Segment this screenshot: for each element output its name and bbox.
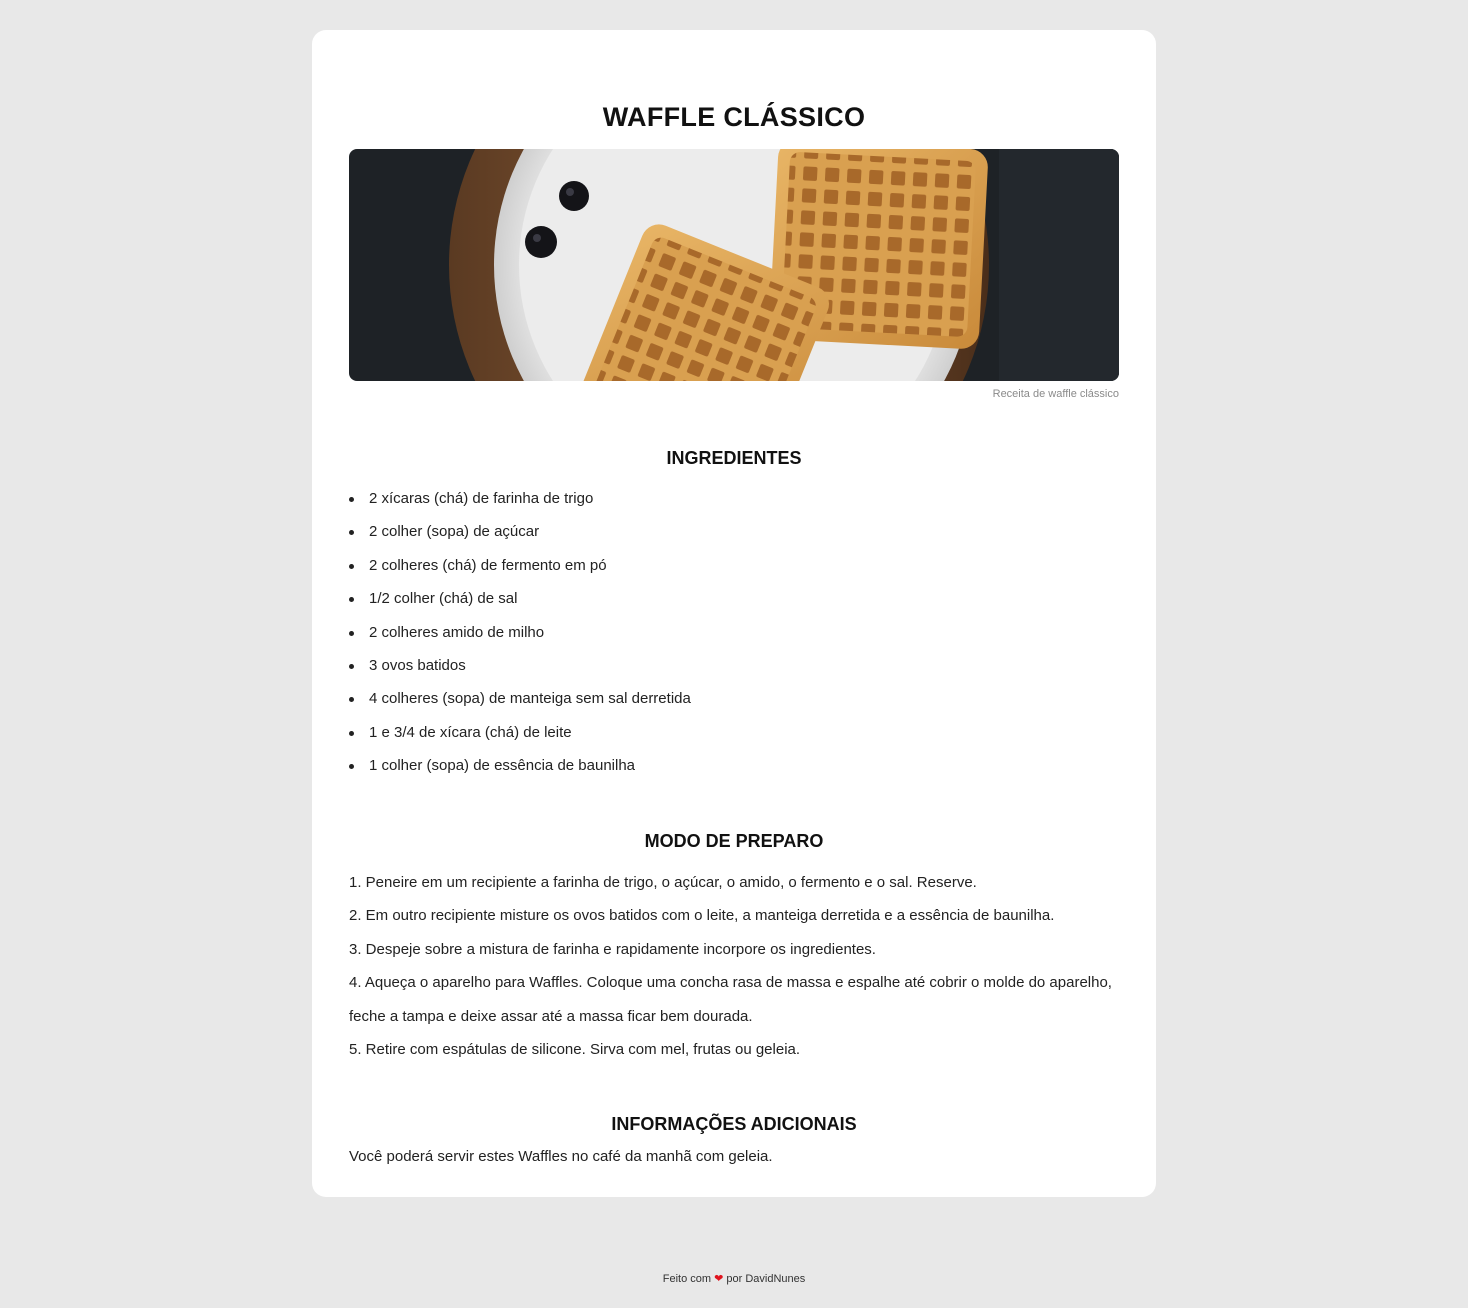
ingredients-list: 2 xícaras (chá) de farinha de trigo 2 co… — [349, 482, 691, 783]
step-item: 5. Retire com espátulas de silicone. Sir… — [349, 1041, 801, 1059]
footer-prefix: Feito com — [662, 1273, 712, 1285]
ingredients-heading: INGREDIENTES — [666, 448, 802, 468]
list-item: 1 colher (sopa) de essência de baunilha — [349, 749, 691, 782]
step-item: 3. Despeje sobre a mistura de farinha e … — [349, 940, 876, 958]
list-item: 2 colher (sopa) de açúcar — [349, 515, 691, 548]
footer-author: por DavidNunes — [726, 1273, 806, 1285]
waffle-image — [349, 149, 1119, 381]
list-item: 2 colheres amido de milho — [349, 616, 691, 649]
recipe-title: WAFFLE CLÁSSICO — [602, 102, 866, 132]
method-heading: MODO DE PREPARO — [644, 831, 824, 851]
image-caption: Receita de waffle clássico — [992, 388, 1119, 400]
step-item: 1. Peneire em um recipiente a farinha de… — [349, 874, 977, 891]
step-item: 2. Em outro recipiente misture os ovos b… — [349, 907, 1055, 925]
list-item: 1 e 3/4 de xícara (chá) de leite — [349, 716, 691, 749]
step-item: 4. Aqueça o aparelho para Waffles. Coloq… — [349, 974, 1112, 992]
method-steps: 1. Peneire em um recipiente a farinha de… — [349, 866, 1119, 1066]
additional-info-heading: INFORMAÇÕES ADICIONAIS — [611, 1114, 857, 1134]
list-item: 1/2 colher (chá) de sal — [349, 582, 691, 615]
list-item: 2 xícaras (chá) de farinha de trigo — [349, 482, 691, 515]
step-item: feche a tampa e deixe assar até a massa … — [349, 1007, 753, 1025]
list-item: 4 colheres (sopa) de manteiga sem sal de… — [349, 682, 691, 715]
recipe-card: WAFFLE CLÁSSICO Receita de waffle clássi… — [312, 30, 1156, 1197]
list-item: 2 colheres (chá) de fermento em pó — [349, 549, 691, 582]
additional-info-text: Você poderá servir estes Waffles no café… — [349, 1148, 773, 1165]
footer: Feito com ❤ por DavidNunes — [0, 1272, 1468, 1285]
heart-icon: ❤ — [714, 1273, 724, 1285]
list-item: 3 ovos batidos — [349, 649, 691, 682]
